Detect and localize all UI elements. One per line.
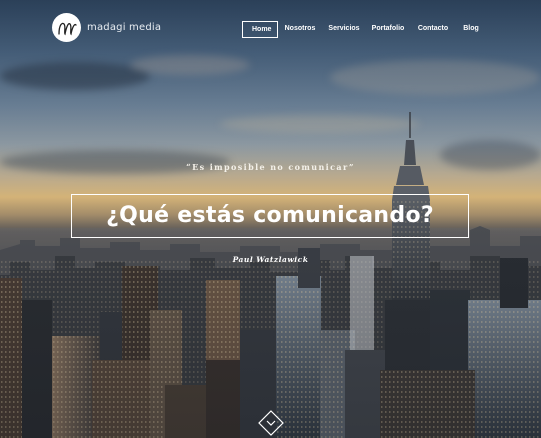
scroll-down-button[interactable] bbox=[258, 410, 284, 436]
nav-blog[interactable]: Blog bbox=[460, 21, 482, 38]
nav-nosotros[interactable]: Nosotros bbox=[283, 21, 317, 38]
nav-servicios[interactable]: Servicios bbox=[327, 21, 361, 38]
nav-contacto[interactable]: Contacto bbox=[416, 21, 450, 38]
hero-headline: ¿Qué estás comunicando? bbox=[106, 203, 434, 228]
main-nav: Home Nosotros Servicios Portafolio Conta… bbox=[0, 21, 541, 41]
chevron-down-icon bbox=[258, 410, 284, 436]
hero-section: madagi media Home Nosotros Servicios Por… bbox=[0, 0, 541, 438]
nav-portafolio[interactable]: Portafolio bbox=[370, 21, 406, 38]
quote-author: Paul Watzlawick bbox=[232, 255, 309, 264]
hero-quote: “Es imposible no comunicar” bbox=[186, 162, 355, 172]
nav-home[interactable]: Home bbox=[242, 21, 278, 38]
